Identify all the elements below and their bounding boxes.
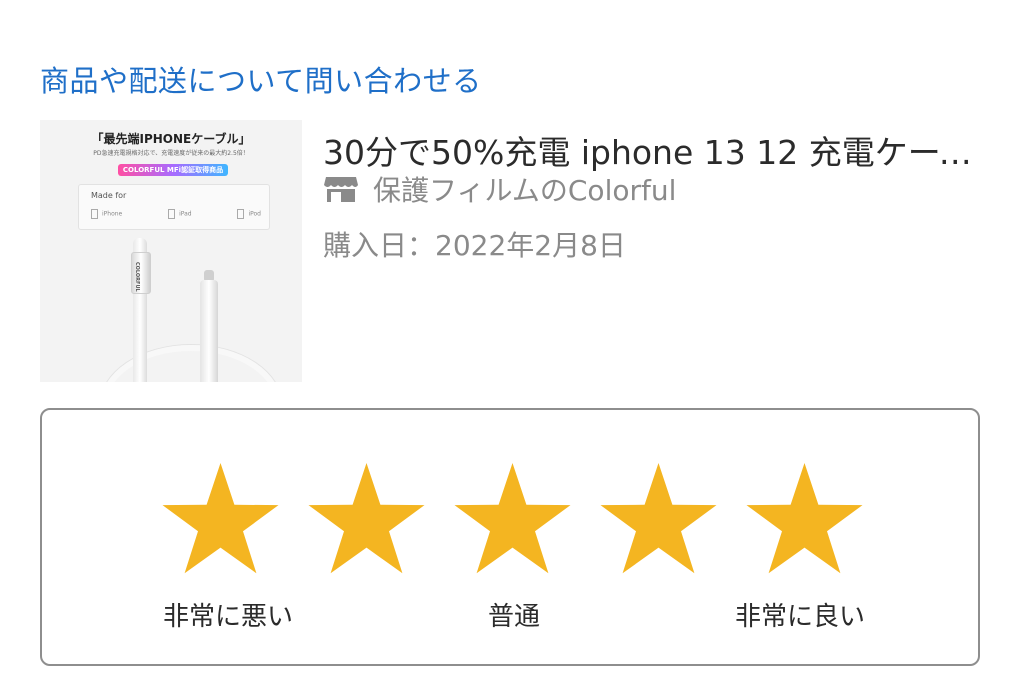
thumbnail-device-list: iPhone iPad iPod: [91, 209, 261, 219]
rating-label-very-bad: 非常に悪い: [162, 602, 294, 632]
star-2-icon: [308, 463, 425, 574]
star-5-icon: [746, 463, 863, 574]
star-1-button[interactable]: [160, 460, 281, 576]
thumbnail-badge: COLORFUL MFi認証取得商品: [118, 164, 228, 176]
device-ipod: iPod: [237, 209, 261, 219]
star-rating-panel: 非常に悪い 普通 非常に良い: [40, 408, 980, 666]
star-rating: [160, 460, 865, 576]
device-iphone: iPhone: [91, 209, 122, 219]
star-3-icon: [454, 463, 571, 574]
star-3-button[interactable]: [452, 460, 573, 576]
thumbnail-title: 「最先端IPHONEケーブル」: [91, 132, 251, 146]
product-title[interactable]: 30分で50%充電 iphone 13 12 充電ケーブル: [323, 126, 985, 174]
device-ipad: iPad: [168, 209, 192, 219]
thumbnail-made-for: Made for: [91, 191, 127, 200]
star-4-icon: [600, 463, 717, 574]
contact-about-product-link[interactable]: 商品や配送について問い合わせる: [40, 58, 482, 100]
purchase-date: 購入日：2022年2月8日: [323, 229, 626, 262]
review-page: 商品や配送について問い合わせる 「最先端IPHONEケーブル」 PD急速充電規格…: [0, 0, 1024, 682]
star-4-button[interactable]: [598, 460, 719, 576]
seller-name: 保護フィルムのColorful: [373, 174, 677, 207]
rating-label-neutral: 普通: [487, 602, 541, 632]
cable-loop: [100, 345, 282, 382]
product-thumbnail[interactable]: 「最先端IPHONEケーブル」 PD急速充電規格対応で、充電速度が従来の最大約2…: [40, 120, 302, 382]
rating-label-very-good: 非常に良い: [734, 602, 866, 632]
star-2-button[interactable]: [306, 460, 427, 576]
star-1-icon: [162, 463, 279, 574]
star-5-button[interactable]: [744, 460, 865, 576]
thumbnail-subtitle: PD急速充電規格対応で、充電速度が従来の最大約2.5倍！: [93, 150, 249, 157]
seller-row[interactable]: 保護フィルムのColorful: [323, 172, 677, 207]
thumbnail-compat-card: Made for iPhone iPad iPod: [78, 184, 270, 230]
cable-brand-label: COLORFUL: [134, 262, 140, 292]
usb-c-cable: [200, 280, 218, 382]
shop-icon: [323, 174, 359, 204]
